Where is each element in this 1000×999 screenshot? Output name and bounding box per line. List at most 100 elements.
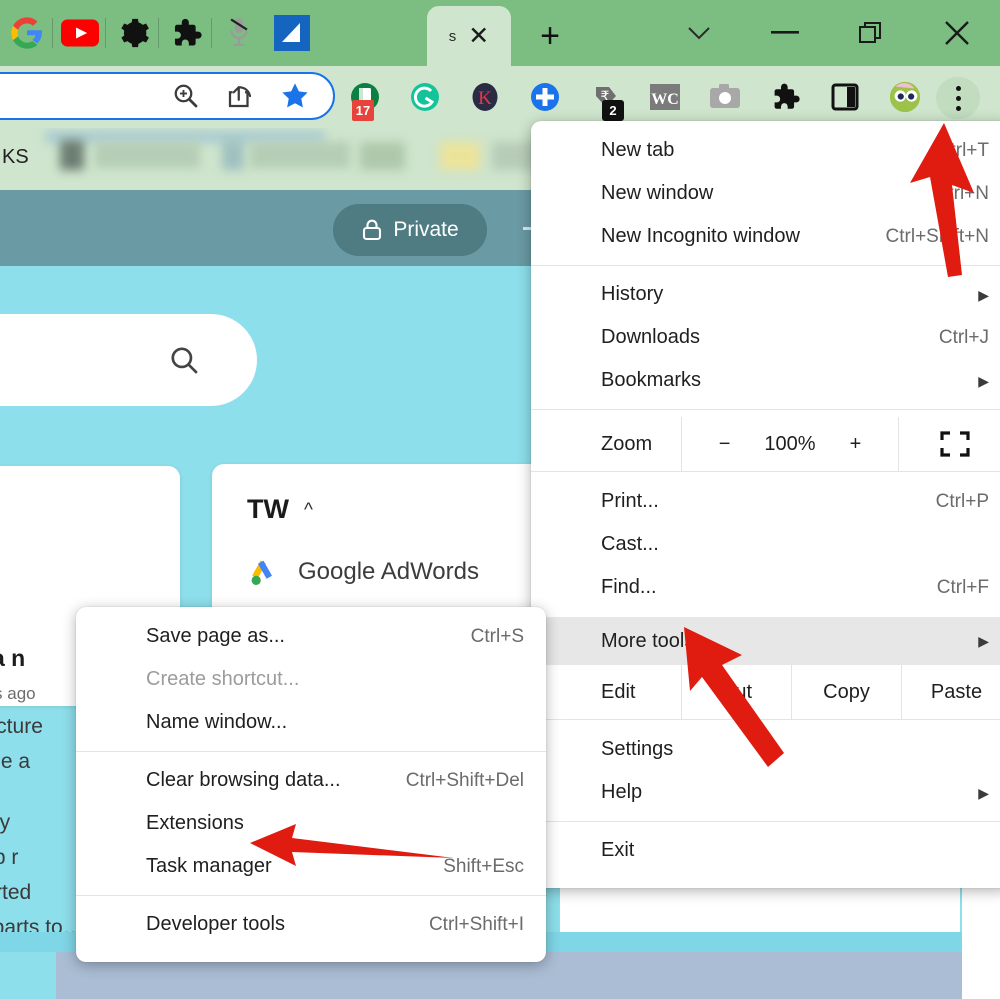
bookmark-label[interactable]: KS [2,146,29,169]
pinned-tab-youtube[interactable] [53,0,106,66]
menu-item-history[interactable]: History ▶ [531,273,1000,316]
adwords-label: Google AdWords [298,558,479,585]
kebab-dot [955,85,961,91]
menu-item-find[interactable]: Find... Ctrl+F [531,566,1000,609]
menu-item-shortcut: Ctrl+N [934,182,989,204]
bookmark-blurred[interactable] [222,140,244,170]
tab-search-button[interactable] [656,0,742,66]
bookmark-blurred[interactable] [360,142,405,170]
grammarly-icon [411,83,439,111]
browser-window-screenshot: Private TW ^ Google AdWords n ago cture … [0,0,1000,999]
menu-item-more-tools[interactable]: More tools ▶ [531,617,1000,665]
puzzle-piece-icon [174,18,202,46]
wc-extension[interactable]: WC [648,80,682,114]
page-search-box[interactable] [0,314,257,406]
menu-item-cast[interactable]: Cast... [531,523,1000,566]
notebook-extension[interactable]: 17 [348,80,382,121]
submenu-arrow-icon: ▶ [978,372,989,389]
side-panel-icon[interactable] [828,80,862,114]
pinned-tab-extension[interactable] [159,0,212,66]
restore-button[interactable] [828,0,914,66]
paste-button[interactable]: Paste [902,665,1000,719]
chrome-menu-button[interactable] [936,77,980,119]
blue-app-icon [273,15,310,51]
microphone-icon [229,18,248,47]
window-controls [656,0,1000,66]
private-button[interactable]: Private [333,204,487,256]
minimize-button[interactable] [742,0,828,66]
close-icon [945,21,969,45]
camera-icon [710,84,740,108]
bookmark-blurred[interactable] [440,142,480,170]
browser-toolbar: 17 K ₹ 2 WC [0,66,1000,128]
kebab-dot [955,95,961,101]
screenshot-camera-extension[interactable] [708,80,742,114]
menu-item-label: Downloads [601,326,700,348]
kite-extension[interactable]: K [468,80,502,114]
zoom-out-button[interactable]: − [719,433,731,456]
menu-item-new-incognito-window[interactable]: New Incognito window Ctrl+Shift+N [531,215,1000,258]
submenu-item-task-manager[interactable]: Task manager Shift+Esc [76,845,546,888]
close-window-button[interactable] [914,0,1000,66]
pinned-tab-google[interactable] [0,0,53,66]
puzzle-piece-icon [774,83,800,109]
copy-button[interactable]: Copy [792,665,901,719]
menu-item-shortcut: Ctrl+J [938,326,989,348]
menu-divider [76,751,546,752]
menu-item-label: More tools [601,629,695,652]
fullscreen-button[interactable] [899,417,1000,471]
menu-item-print[interactable]: Print... Ctrl+P [531,480,1000,523]
pinned-tab-settings[interactable] [106,0,159,66]
submenu-item-save-page-as[interactable]: Save page as... Ctrl+S [76,615,546,658]
bookmark-blurred[interactable] [60,140,84,170]
bookmark-star-icon[interactable] [279,80,311,112]
share-icon[interactable] [225,81,255,111]
google-ads-icon [251,560,272,585]
menu-item-bookmarks[interactable]: Bookmarks ▶ [531,359,1000,402]
kite-icon: K [472,83,498,111]
bookmark-blurred[interactable] [95,142,200,168]
grammarly-extension[interactable] [408,80,442,114]
submenu-item-developer-tools[interactable]: Developer tools Ctrl+Shift+I [76,903,546,946]
tab-strip: s ✕ + [0,0,1000,66]
menu-item-downloads[interactable]: Downloads Ctrl+J [531,316,1000,359]
submenu-item-extensions[interactable]: Extensions [76,802,546,845]
wc-icon: WC [650,84,680,110]
menu-item-exit[interactable]: Exit [531,829,1000,872]
menu-item-new-tab[interactable]: New tab Ctrl+T [531,129,1000,172]
submenu-item-clear-browsing-data[interactable]: Clear browsing data... Ctrl+Shift+Del [76,759,546,802]
medical-cross-extension[interactable] [528,80,562,114]
price-tracker-extension[interactable]: ₹ 2 [588,80,624,121]
menu-item-label: Print... [601,490,659,512]
pinned-tab-app[interactable] [265,0,318,66]
lock-icon [363,219,382,241]
zoom-label: Zoom [601,432,653,455]
more-tools-submenu: Save page as... Ctrl+S Create shortcut..… [76,607,546,962]
new-tab-button[interactable]: + [528,14,572,58]
private-label: Private [393,218,459,241]
profile-avatar[interactable] [888,80,922,114]
cut-button[interactable]: Cut [682,665,791,719]
menu-item-label: Exit [601,839,635,861]
zoom-icon[interactable] [171,81,201,111]
google-icon [10,17,42,49]
submenu-item-name-window[interactable]: Name window... [76,701,546,744]
menu-item-new-window[interactable]: New window Ctrl+N [531,172,1000,215]
zoom-in-button[interactable]: + [850,433,862,456]
list-item[interactable]: Google AdWords [247,556,479,588]
bookmark-blurred[interactable] [250,142,350,168]
close-icon[interactable]: ✕ [468,23,489,49]
puzzle-extensions-icon[interactable] [768,80,802,114]
menu-divider [531,265,1000,266]
address-bar[interactable] [0,72,335,120]
chevron-up-icon[interactable]: ^ [304,500,313,522]
menu-item-settings[interactable]: Settings [531,728,1000,771]
pinned-tabs [0,0,318,66]
search-icon [171,347,198,374]
zoom-row: Zoom − 100% + [531,417,1000,471]
menu-item-shortcut: Ctrl+F [936,576,989,598]
active-tab[interactable]: s ✕ [427,6,511,66]
pinned-tab-microphone[interactable] [212,0,265,66]
menu-item-help[interactable]: Help ▶ [531,771,1000,814]
submenu-arrow-icon: ▶ [978,633,989,649]
